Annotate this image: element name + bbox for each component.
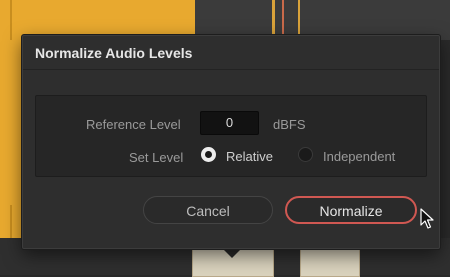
dialog-title: Normalize Audio Levels [23,36,439,70]
radio-independent[interactable]: Independent [298,146,413,166]
normalize-audio-dialog: Normalize Audio Levels Reference Level 0… [22,35,440,249]
radio-relative-label: Relative [226,149,273,164]
radio-unselected-icon[interactable] [298,147,313,162]
settings-panel: Reference Level 0 dBFS Set Level Relativ… [35,95,427,177]
radio-independent-label: Independent [323,149,396,164]
set-level-label: Set Level [129,150,184,165]
clip-thumbnail [300,248,360,277]
radio-relative[interactable]: Relative [201,146,281,166]
timeline-marker [10,205,12,238]
reference-level-input[interactable]: 0 [200,111,259,135]
reference-level-label: Reference Level [86,117,181,132]
timeline-marker [10,0,12,40]
normalize-button[interactable]: Normalize [285,196,417,224]
unit-label: dBFS [273,117,306,132]
mouse-pointer-icon [420,208,434,229]
dialog-pointer [222,248,242,258]
track-area [195,0,450,40]
cancel-button[interactable]: Cancel [143,196,273,224]
radio-selected-icon[interactable] [201,147,216,162]
